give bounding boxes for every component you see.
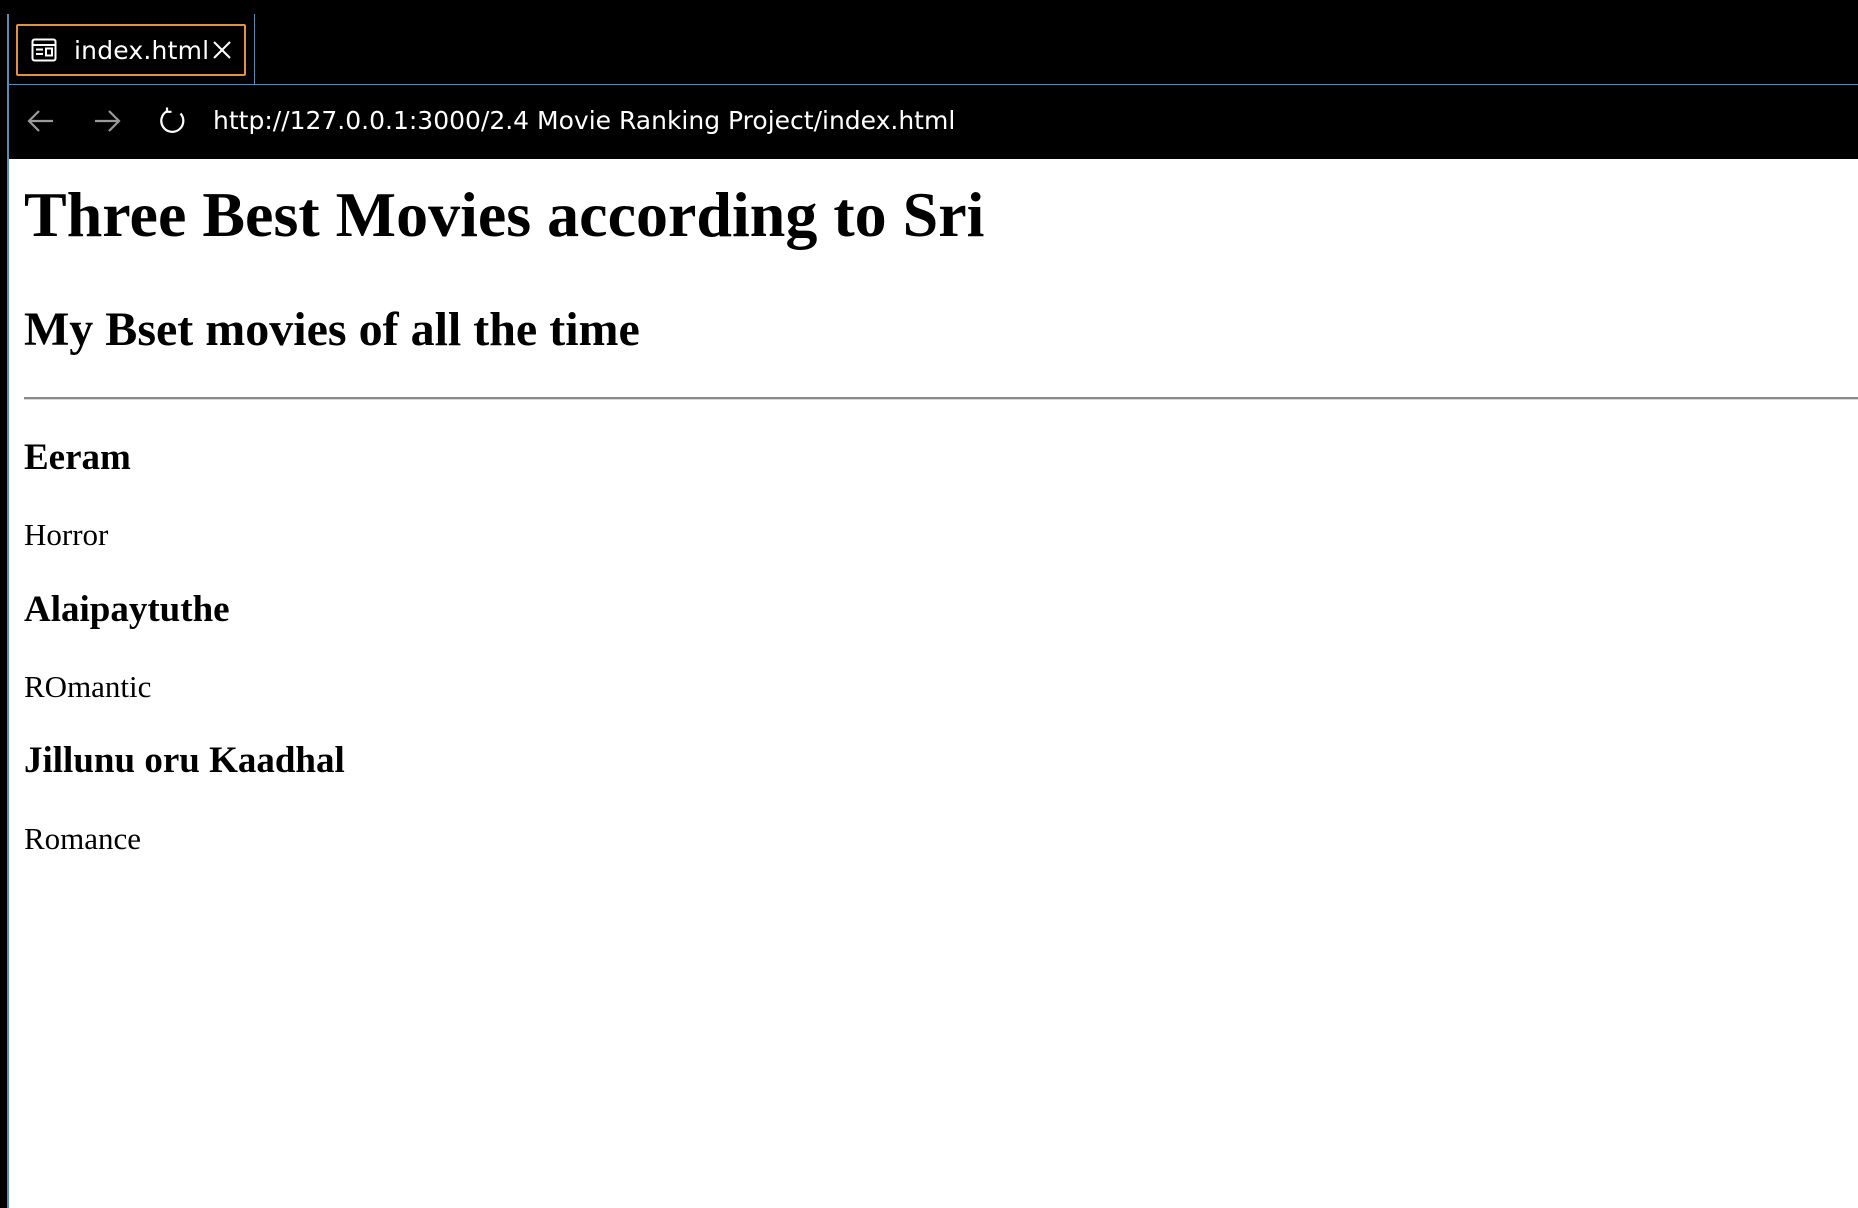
movie-genre: Horror: [24, 517, 109, 553]
divider: [24, 396, 1858, 400]
tab-divider: [254, 14, 255, 85]
movie-item: Alaipaytuthe ROmantic: [24, 588, 1858, 706]
movie-item: Eeram Horror: [24, 436, 1858, 554]
page-title: Three Best Movies according to Sri: [24, 179, 985, 250]
close-icon[interactable]: [210, 38, 234, 62]
movie-title: Eeram: [24, 436, 131, 478]
movie-genre: Romance: [24, 820, 142, 856]
tab-label: index.html: [74, 35, 210, 65]
arrow-right-icon[interactable]: [89, 103, 125, 139]
movie-genre: ROmantic: [24, 668, 152, 704]
reload-icon[interactable]: [155, 103, 191, 139]
movie-title: Jillunu oru Kaadhal: [24, 740, 345, 782]
arrow-left-icon[interactable]: [23, 103, 59, 139]
page-subtitle: My Bset movies of all the time: [24, 302, 640, 356]
tab-bar: index.html: [0, 0, 1858, 85]
page-viewport: Three Best Movies according to Sri My Bs…: [9, 159, 1858, 1208]
webpage-preview-icon: [30, 36, 58, 64]
movie-title: Alaipaytuthe: [24, 588, 230, 630]
page-content: Three Best Movies according to Sri My Bs…: [24, 159, 1858, 857]
address-bar[interactable]: http://127.0.0.1:3000/2.4 Movie Ranking …: [213, 103, 955, 139]
navigation-bar: http://127.0.0.1:3000/2.4 Movie Ranking …: [9, 85, 1858, 159]
tab-index-html[interactable]: index.html: [16, 24, 246, 76]
browser-window: index.html http://127.0.0.1:3000/2.4 Mov…: [0, 0, 1858, 1208]
movie-item: Jillunu oru Kaadhal Romance: [24, 739, 1858, 857]
